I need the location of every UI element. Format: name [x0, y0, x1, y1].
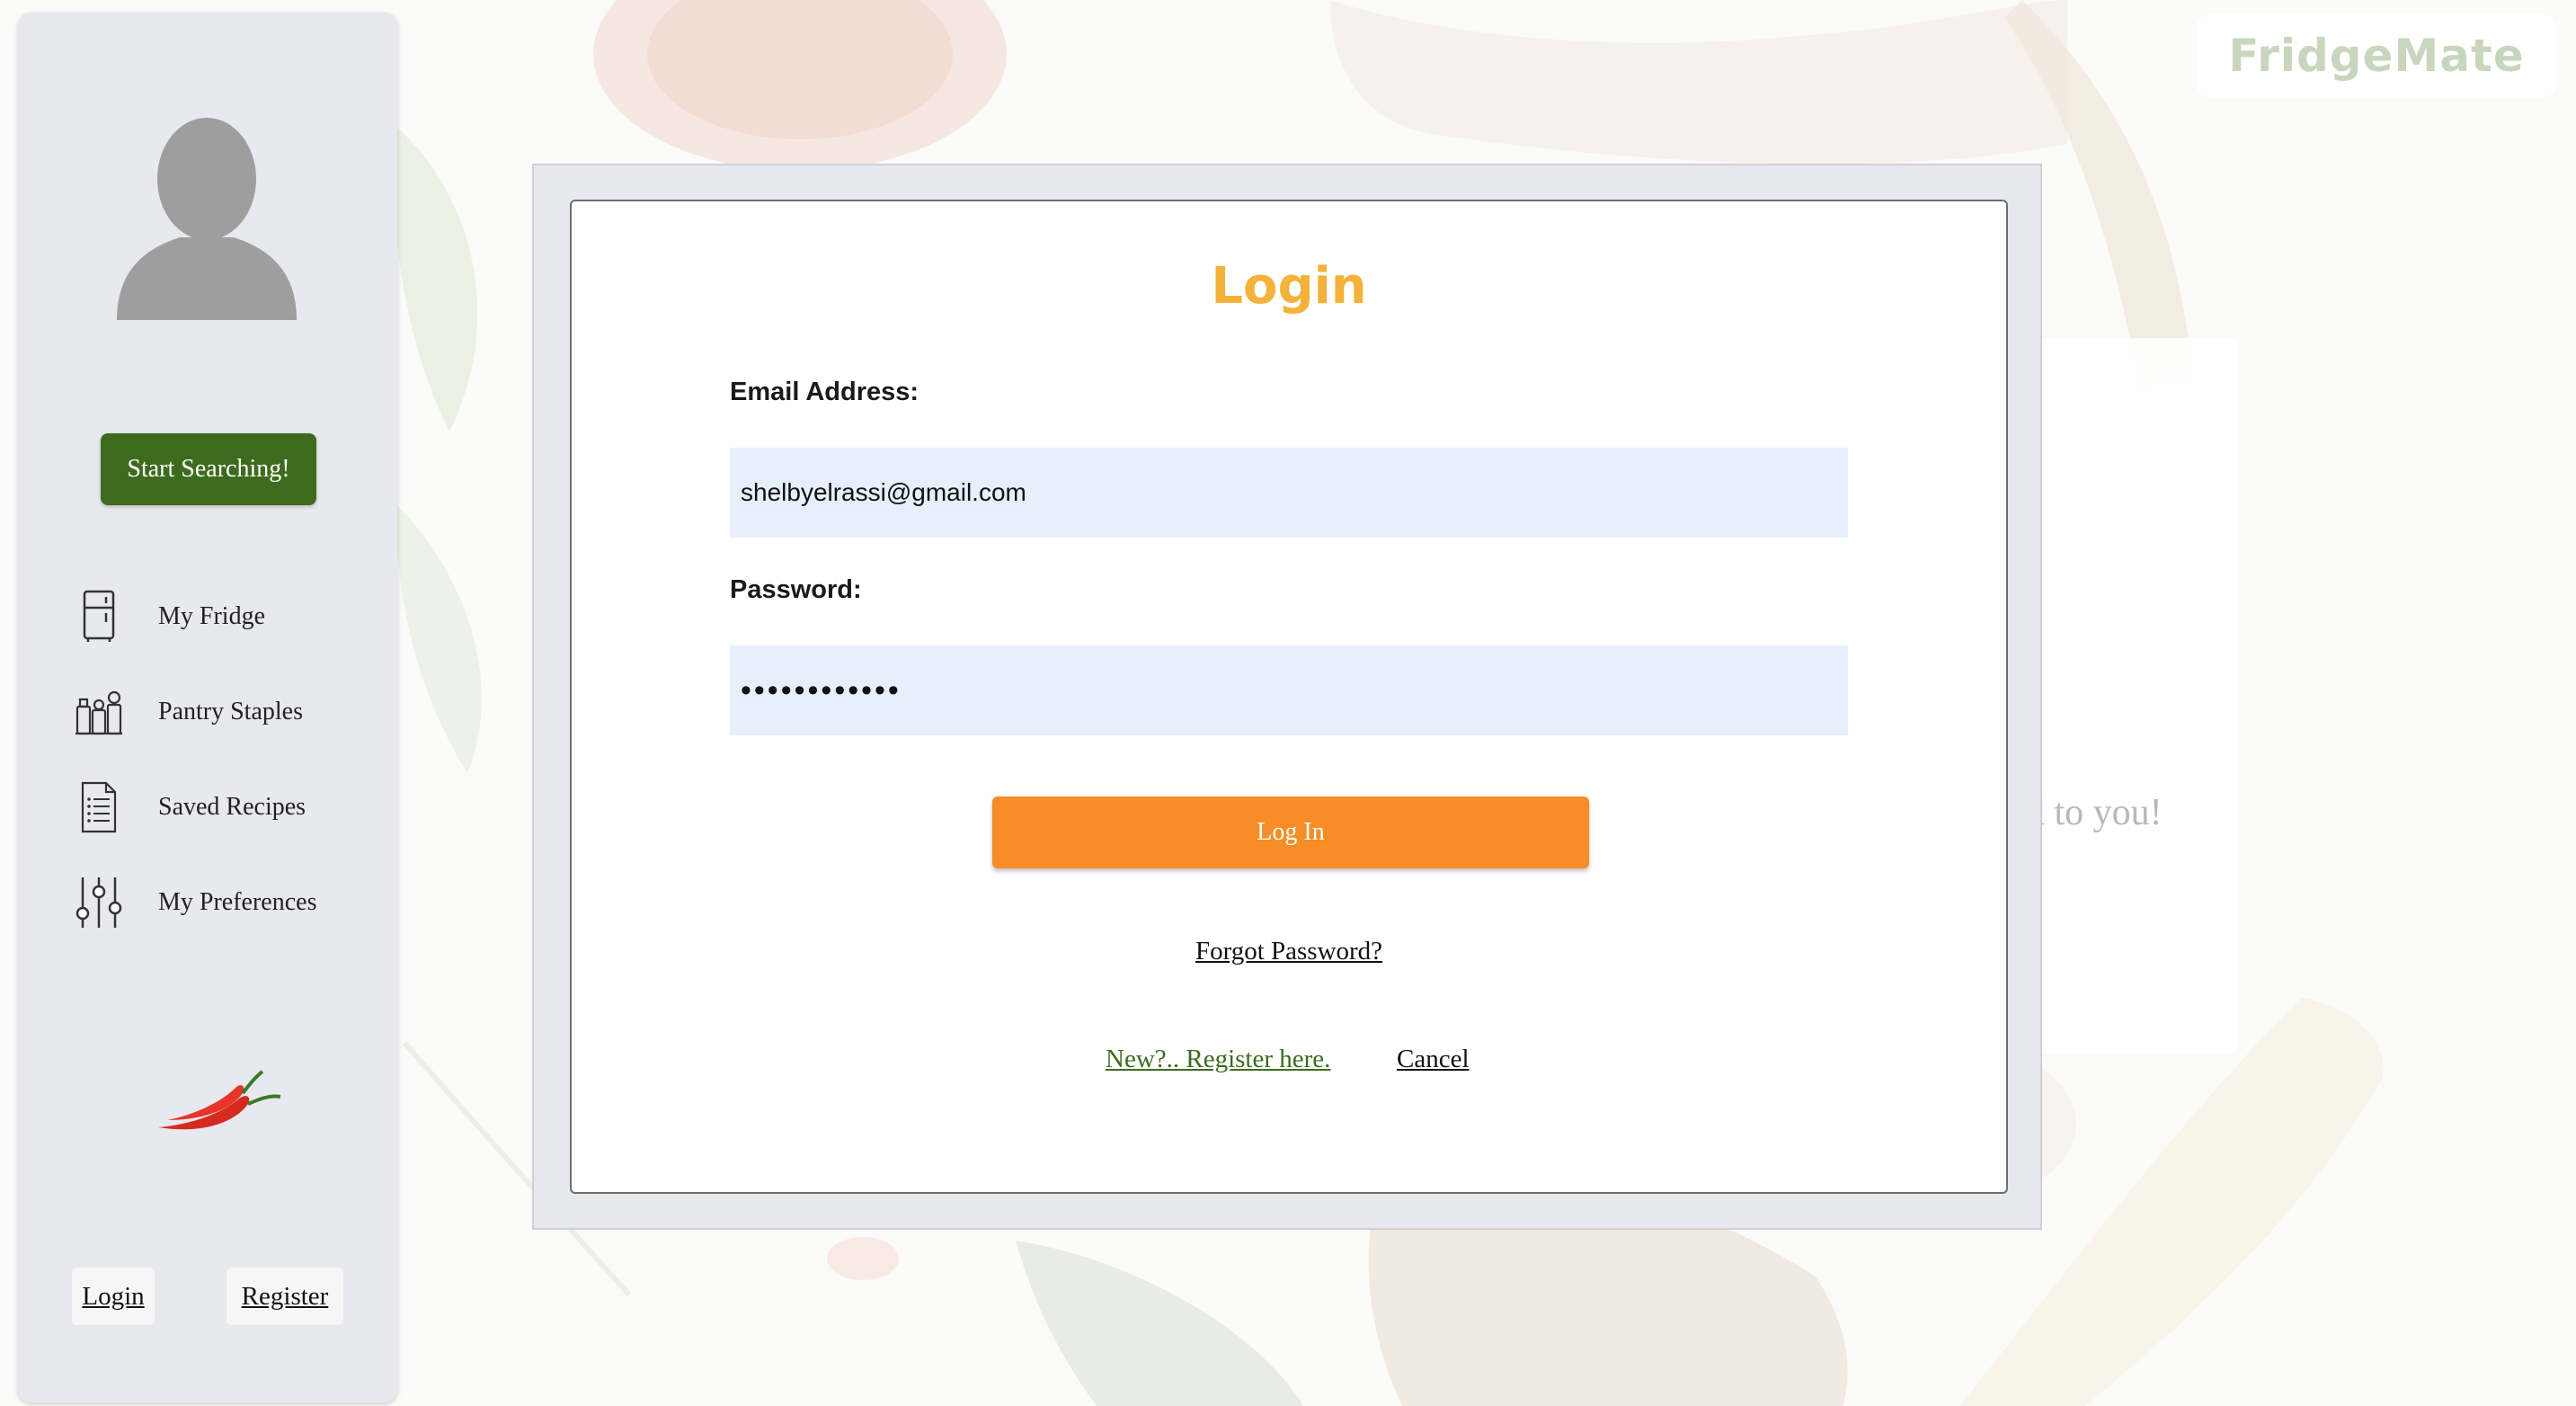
login-title: Login [1211, 257, 1367, 316]
login-modal: Login Email Address: Password: Log In Fo… [570, 200, 2008, 1194]
sidebar: Start Searching! My Fridge Pantry Staple… [18, 13, 397, 1402]
start-searching-button[interactable]: Start Searching! [101, 433, 316, 505]
sidebar-item-my-fridge[interactable]: My Fridge [72, 581, 378, 653]
cancel-link[interactable]: Cancel [1397, 1045, 1470, 1074]
user-avatar-icon [117, 111, 297, 320]
sliders-icon [72, 874, 126, 931]
password-label: Password: [730, 575, 862, 604]
sidebar-item-label: Pantry Staples [158, 698, 303, 725]
sidebar-item-label: Saved Recipes [158, 793, 306, 821]
email-field[interactable] [730, 448, 1848, 538]
background-card-text: d to you! [2026, 792, 2163, 833]
sidebar-item-label: My Preferences [158, 888, 317, 916]
sidebar-item-saved-recipes[interactable]: Saved Recipes [72, 771, 378, 843]
email-label: Email Address: [730, 378, 919, 406]
password-field[interactable] [730, 645, 1848, 735]
sidebar-item-my-preferences[interactable]: My Preferences [72, 867, 378, 939]
log-in-button[interactable]: Log In [992, 796, 1589, 868]
sidebar-register-link[interactable]: Register [227, 1268, 343, 1325]
fridge-icon [72, 588, 126, 645]
brand-logo[interactable]: FridgeMate [2197, 14, 2556, 97]
sidebar-login-link[interactable]: Login [72, 1268, 155, 1325]
recipe-list-icon [72, 779, 126, 836]
sidebar-item-pantry-staples[interactable]: Pantry Staples [72, 676, 378, 748]
sidebar-item-label: My Fridge [158, 602, 265, 630]
pantry-jars-icon [72, 683, 126, 741]
forgot-password-link[interactable]: Forgot Password? [572, 937, 2006, 966]
chili-pepper-icon [149, 1063, 284, 1143]
register-link[interactable]: New?.. Register here. [1106, 1045, 1330, 1074]
